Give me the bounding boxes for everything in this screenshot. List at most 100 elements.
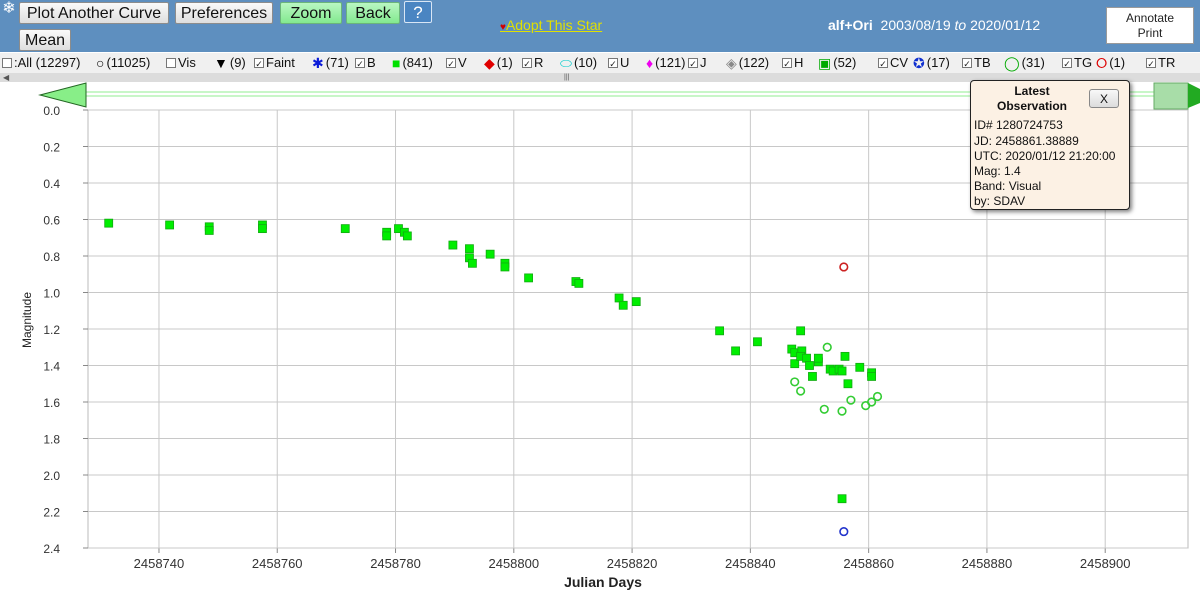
data-point-V[interactable]: [340, 224, 350, 234]
popup-title-line1: Latest: [1014, 84, 1050, 98]
data-point-V[interactable]: [731, 346, 740, 356]
data-point-V[interactable]: [843, 379, 853, 389]
x-tick-label: 2458820: [607, 556, 658, 571]
legend-item[interactable]: ⭘ (1): [1096, 53, 1125, 73]
legend-item[interactable]: ✓ H: [782, 53, 803, 73]
data-point-V[interactable]: [204, 226, 214, 235]
legend-item[interactable]: ⬭ (10): [560, 53, 597, 73]
legend-label: CV: [890, 55, 909, 70]
legend-item[interactable]: ✓ R: [522, 53, 543, 73]
data-point-V[interactable]: [465, 244, 474, 254]
data-point-V[interactable]: [867, 372, 877, 381]
data-point-V[interactable]: [813, 353, 823, 363]
legend-item[interactable]: ◆ (1): [484, 53, 513, 73]
data-point-V[interactable]: [258, 224, 267, 234]
legend-checkbox[interactable]: ✓: [522, 58, 532, 69]
data-point-V[interactable]: [104, 218, 114, 228]
legend-item[interactable]: :All (12297): [2, 53, 80, 73]
data-point-V[interactable]: [165, 220, 175, 230]
legend-item[interactable]: ▼ (9): [214, 53, 246, 73]
data-point-V[interactable]: [753, 337, 762, 347]
date-to: 2020/01/12: [970, 17, 1041, 33]
legend-item[interactable]: ◯ (31): [1004, 53, 1045, 73]
legend-item[interactable]: ◈ (122): [726, 53, 769, 73]
data-point-V[interactable]: [715, 326, 725, 336]
data-point-V[interactable]: [574, 278, 584, 288]
legend-item[interactable]: ✓ U: [608, 53, 629, 73]
legend-label: V: [458, 55, 467, 70]
legend-checkbox[interactable]: [166, 58, 176, 68]
y-tick-label: 0.2: [43, 141, 60, 155]
popup-close-button[interactable]: X: [1089, 89, 1119, 108]
y-tick-label: 0.4: [43, 177, 60, 191]
data-point-V[interactable]: [855, 362, 865, 372]
legend-label: J: [700, 55, 707, 70]
plot-another-curve-button[interactable]: Plot Another Curve: [19, 2, 169, 24]
zoom-selection[interactable]: [1153, 82, 1189, 110]
zoom-button[interactable]: Zoom: [280, 2, 342, 24]
data-point-V[interactable]: [631, 297, 641, 307]
legend-item[interactable]: ▣ (52): [818, 53, 856, 73]
adopt-star-link[interactable]: ♥Adopt This Star: [500, 17, 602, 33]
legend-symbol-icon: ◆: [484, 55, 495, 71]
legend-item[interactable]: ■ (841): [392, 53, 433, 73]
data-point-V[interactable]: [840, 351, 850, 361]
legend-item[interactable]: ♦ (121): [646, 53, 686, 73]
legend-item[interactable]: ✓ Faint: [254, 53, 295, 73]
data-point-V[interactable]: [614, 293, 624, 303]
data-point-V[interactable]: [524, 273, 533, 283]
legend-item[interactable]: ✓ TR: [1146, 53, 1175, 73]
zoom-right-handle[interactable]: [1188, 83, 1200, 108]
data-point-V[interactable]: [796, 326, 806, 336]
legend-item[interactable]: ✓ V: [446, 53, 467, 73]
annotate-print-button[interactable]: Annotate Print: [1106, 7, 1194, 44]
legend-item[interactable]: ✓ TG: [1062, 53, 1092, 73]
data-point-V[interactable]: [808, 372, 817, 381]
legend-checkbox[interactable]: ✓: [608, 58, 618, 69]
data-point-V[interactable]: [618, 300, 628, 310]
legend-item[interactable]: ✓ J: [688, 53, 707, 73]
help-button[interactable]: ?: [404, 1, 432, 23]
data-point-V[interactable]: [382, 231, 392, 241]
legend-item[interactable]: ✓ TB: [962, 53, 991, 73]
y-tick-label: 1.4: [43, 360, 60, 374]
data-point-V[interactable]: [485, 249, 495, 259]
data-point-V[interactable]: [837, 366, 847, 376]
legend-item[interactable]: ✓ B: [355, 53, 376, 73]
data-point-V[interactable]: [802, 353, 811, 363]
back-button[interactable]: Back: [346, 2, 400, 24]
legend-checkbox[interactable]: ✓: [254, 58, 264, 69]
data-point-V[interactable]: [402, 231, 412, 241]
legend-checkbox[interactable]: ✓: [446, 58, 456, 69]
legend-symbol-icon: ◈: [726, 55, 737, 71]
y-tick-label: 1.2: [43, 323, 60, 337]
date-from: 2003/08/19: [880, 17, 951, 33]
legend-label: Vis: [178, 55, 196, 70]
data-point-V[interactable]: [790, 359, 800, 369]
legend-item[interactable]: ✱ (71): [312, 53, 349, 73]
data-point-V[interactable]: [837, 494, 847, 504]
legend-item[interactable]: ✓ CV: [878, 53, 908, 73]
legend-checkbox[interactable]: ✓: [962, 58, 972, 69]
legend-checkbox[interactable]: ✓: [1146, 58, 1156, 69]
scroll-left-icon[interactable]: ◀: [3, 73, 9, 82]
x-tick-label: 2458840: [725, 556, 776, 571]
data-point-V[interactable]: [805, 361, 814, 370]
legend-checkbox[interactable]: ✓: [688, 58, 698, 69]
legend-item[interactable]: Vis: [166, 53, 196, 73]
scroll-grip-icon[interactable]: |||: [564, 73, 569, 82]
legend-checkbox[interactable]: ✓: [782, 58, 792, 69]
legend-item[interactable]: ✪ (17): [913, 53, 950, 73]
legend-checkbox[interactable]: ✓: [355, 58, 365, 69]
data-point-V[interactable]: [448, 240, 458, 250]
data-point-V[interactable]: [468, 258, 477, 268]
latest-observation-popup: Latest Observation X ID# 1280724753 JD: …: [970, 80, 1130, 210]
legend-item[interactable]: ○ (11025): [96, 53, 150, 73]
legend-checkbox[interactable]: [2, 58, 12, 68]
data-point-V[interactable]: [500, 262, 510, 272]
preferences-button[interactable]: Preferences: [175, 2, 273, 24]
legend-checkbox[interactable]: ✓: [1062, 58, 1072, 69]
legend-checkbox[interactable]: ✓: [878, 58, 888, 69]
x-tick-label: 2458800: [488, 556, 539, 571]
mean-button[interactable]: Mean: [19, 29, 71, 51]
